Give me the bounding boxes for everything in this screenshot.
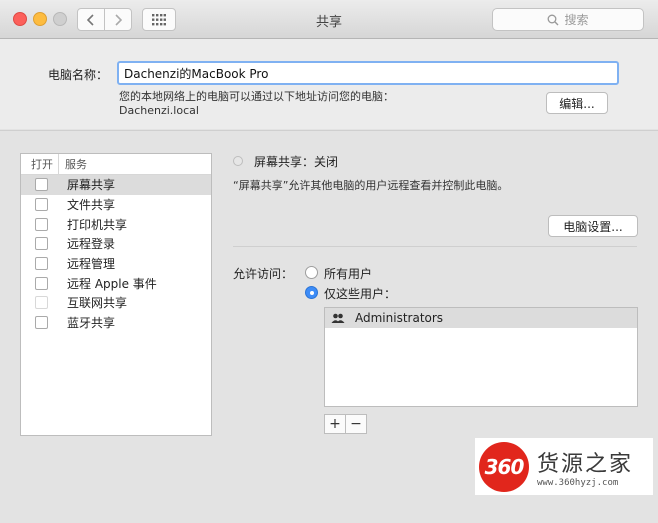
service-description: “屏幕共享”允许其他电脑的用户远程查看并控制此电脑。 bbox=[233, 179, 509, 192]
title-bar: 共享 搜索 bbox=[0, 0, 658, 39]
service-checkbox[interactable] bbox=[35, 257, 48, 271]
service-status: 屏幕共享：关闭 bbox=[254, 155, 339, 169]
column-service: 服务 bbox=[65, 158, 87, 171]
user-group-label: Administrators bbox=[355, 311, 444, 325]
service-checkbox[interactable] bbox=[35, 217, 48, 231]
users-list[interactable]: Administrators bbox=[324, 307, 638, 407]
service-checkbox[interactable] bbox=[35, 276, 48, 290]
table-row[interactable]: 蓝牙共享 bbox=[21, 313, 211, 333]
edit-button[interactable]: 编辑... bbox=[546, 92, 608, 114]
service-label: 互联网共享 bbox=[67, 296, 128, 311]
table-row[interactable]: 互联网共享 bbox=[21, 293, 211, 313]
watermark-url: www.360hyzj.com bbox=[537, 477, 619, 488]
table-row[interactable]: 远程 Apple 事件 bbox=[21, 273, 211, 293]
allow-access-label: 允许访问： bbox=[233, 267, 294, 281]
all-users-radio[interactable] bbox=[305, 266, 318, 279]
watermark-name: 货源之家 bbox=[537, 451, 634, 477]
table-row[interactable]: 打印机共享 bbox=[21, 214, 211, 234]
remove-user-button[interactable]: − bbox=[346, 414, 367, 434]
service-checkbox[interactable] bbox=[35, 237, 48, 251]
all-users-label[interactable]: 所有用户 bbox=[324, 265, 372, 282]
search-placeholder: 搜索 bbox=[564, 13, 589, 27]
service-checkbox[interactable] bbox=[35, 296, 48, 310]
service-checkbox[interactable] bbox=[35, 198, 48, 212]
only-these-users-label[interactable]: 仅这些用户： bbox=[324, 285, 396, 302]
computer-settings-button[interactable]: 电脑设置... bbox=[548, 215, 638, 237]
table-row[interactable]: 文件共享 bbox=[21, 195, 211, 215]
watermark: 360 货源之家 www.360hyzj.com bbox=[475, 438, 653, 495]
service-label: 蓝牙共享 bbox=[67, 316, 116, 331]
local-hostname: Dachenzi.local bbox=[119, 104, 199, 117]
service-label: 文件共享 bbox=[67, 198, 116, 213]
local-address-description: 您的本地网络上的电脑可以通过以下地址访问您的电脑： bbox=[119, 90, 394, 103]
service-label: 屏幕共享 bbox=[67, 178, 116, 193]
service-checkbox[interactable] bbox=[35, 178, 48, 192]
detail-divider bbox=[233, 246, 637, 247]
search-field[interactable]: 搜索 bbox=[492, 8, 644, 31]
user-list-controls: + − bbox=[324, 414, 367, 434]
table-row[interactable]: 远程登录 bbox=[21, 234, 211, 254]
service-label: 远程 Apple 事件 bbox=[67, 276, 157, 291]
list-item[interactable]: Administrators bbox=[325, 308, 637, 328]
service-label: 打印机共享 bbox=[67, 217, 128, 232]
service-label: 远程登录 bbox=[67, 237, 116, 252]
local-address-note: 您的本地网络上的电脑可以通过以下地址访问您的电脑： Dachenzi.local bbox=[119, 90, 394, 118]
services-list[interactable]: 打开 服务 屏幕共享文件共享打印机共享远程登录远程管理远程 Apple 事件 互联… bbox=[20, 153, 212, 436]
service-checkbox[interactable] bbox=[35, 316, 48, 330]
add-user-button[interactable]: + bbox=[324, 414, 346, 434]
service-label: 远程管理 bbox=[67, 257, 116, 272]
services-header: 打开 服务 bbox=[21, 154, 211, 175]
table-row[interactable]: 远程管理 bbox=[21, 254, 211, 274]
column-open: 打开 bbox=[21, 154, 59, 174]
computer-name-label: 电脑名称： bbox=[48, 68, 109, 82]
watermark-badge: 360 bbox=[479, 441, 529, 492]
group-icon bbox=[331, 313, 345, 323]
search-icon bbox=[548, 14, 559, 25]
computer-name-input[interactable] bbox=[117, 61, 619, 85]
only-these-users-radio[interactable] bbox=[305, 286, 318, 299]
status-indicator bbox=[233, 156, 243, 166]
section-divider bbox=[0, 130, 658, 131]
table-row[interactable]: 屏幕共享 bbox=[21, 175, 211, 195]
